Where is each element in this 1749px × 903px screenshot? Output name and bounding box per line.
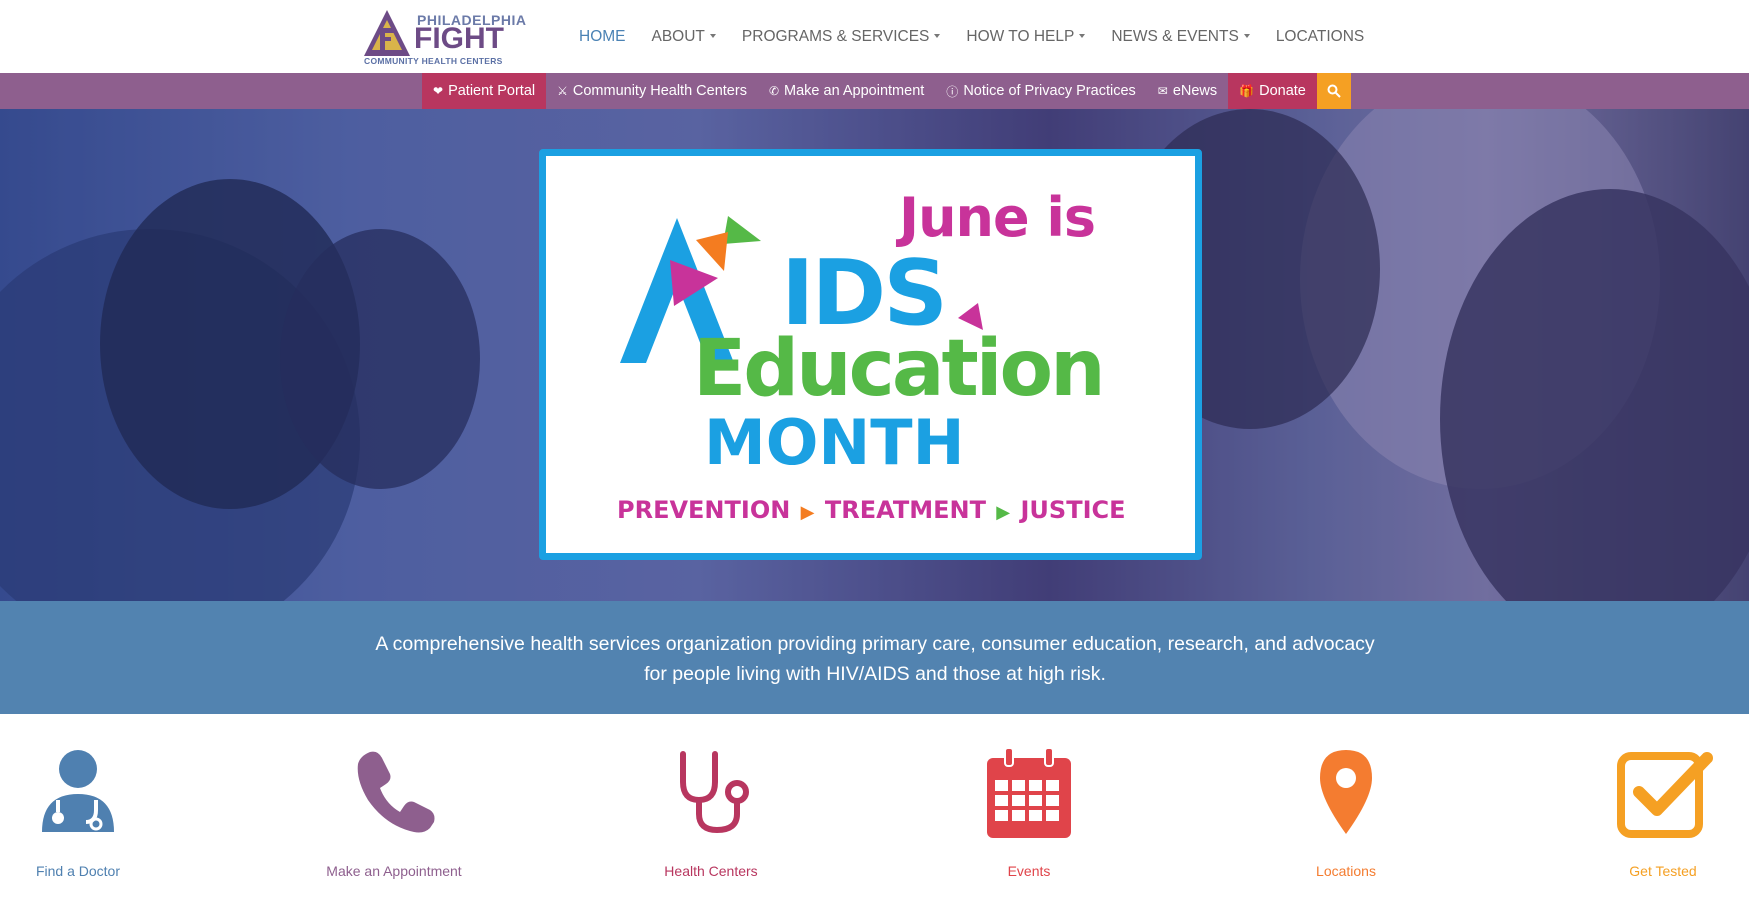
map-marker-icon xyxy=(1320,750,1372,834)
enews-link[interactable]: ✉ eNews xyxy=(1147,73,1228,109)
mission-band: A comprehensive health services organiza… xyxy=(0,601,1749,714)
make-appointment-link[interactable]: ✆ Make an Appointment xyxy=(758,73,935,109)
stethoscope-icon xyxy=(680,751,749,834)
quick-link-label: Get Tested xyxy=(1629,863,1697,879)
quick-link-health-centers[interactable]: Health Centers xyxy=(621,742,801,879)
search-icon xyxy=(1327,84,1341,98)
hero-line-education: Education xyxy=(693,324,1106,414)
nav-how-to-help[interactable]: HOW TO HELP xyxy=(953,28,1098,46)
donate-label: Donate xyxy=(1259,83,1306,99)
nav-home[interactable]: HOME xyxy=(566,28,639,46)
arrow-right-icon: ▶ xyxy=(800,502,815,523)
patient-portal-link[interactable]: ❤ Patient Portal xyxy=(422,73,547,109)
stethoscope-icon: ⚔ xyxy=(557,84,568,98)
caret-down-icon xyxy=(1243,34,1250,39)
tagline-justice: JUSTICE xyxy=(1020,496,1126,524)
tagline-treatment: TREATMENT xyxy=(824,496,986,524)
logo-triangle-icon xyxy=(364,10,410,56)
gift-icon: 🎁 xyxy=(1239,84,1255,98)
envelope-icon: ✉ xyxy=(1157,84,1168,98)
nav-news-events[interactable]: NEWS & EVENTS xyxy=(1098,28,1262,46)
hero-banner: June is IDS Education MONTH PREVENTION ▶… xyxy=(0,109,1749,601)
hero-line-month: MONTH xyxy=(704,406,965,479)
site-header: PHILADELPHIA FIGHT COMMUNITY HEALTH CENT… xyxy=(0,0,1749,73)
tagline-prevention: PREVENTION xyxy=(617,496,791,524)
quick-links: Find a Doctor Make an Appointment Health… xyxy=(0,714,1749,903)
caret-down-icon xyxy=(709,34,716,39)
nav-about-label: ABOUT xyxy=(651,27,705,45)
appointment-label: Make an Appointment xyxy=(784,83,925,99)
main-navigation: HOME ABOUT PROGRAMS & SERVICES HOW TO HE… xyxy=(566,0,1377,73)
nav-programs-services[interactable]: PROGRAMS & SERVICES xyxy=(729,28,953,46)
heartbeat-icon: ❤ xyxy=(433,84,444,98)
logo-line-fight: FIGHT xyxy=(414,22,504,55)
donate-link[interactable]: 🎁 Donate xyxy=(1228,73,1317,109)
hero-tagline: PREVENTION ▶ TREATMENT ▶ JUSTICE xyxy=(617,496,1126,524)
nav-about[interactable]: ABOUT xyxy=(639,28,729,46)
quick-link-appointment[interactable]: Make an Appointment xyxy=(304,742,484,879)
privacy-practices-link[interactable]: ⓘ Notice of Privacy Practices xyxy=(935,73,1146,109)
info-icon: ⓘ xyxy=(946,84,959,99)
nav-programs-label: PROGRAMS & SERVICES xyxy=(741,27,930,45)
quick-link-find-doctor[interactable]: Find a Doctor xyxy=(0,742,168,879)
quick-link-get-tested[interactable]: Get Tested xyxy=(1573,742,1749,879)
checkbox-icon xyxy=(1617,752,1713,838)
quick-link-events[interactable]: Events xyxy=(939,742,1119,879)
hero-line-june: June is xyxy=(899,186,1096,249)
nav-locations[interactable]: LOCATIONS xyxy=(1263,28,1377,46)
calendar-icon xyxy=(987,747,1071,838)
search-button[interactable] xyxy=(1316,73,1351,109)
logo-line-chc: COMMUNITY HEALTH CENTERS xyxy=(364,56,503,66)
community-health-centers-link[interactable]: ⚔ Community Health Centers xyxy=(546,73,758,109)
aids-month-card[interactable]: June is IDS Education MONTH PREVENTION ▶… xyxy=(539,149,1202,560)
quick-link-label: Events xyxy=(1007,863,1051,879)
quick-link-label: Locations xyxy=(1316,863,1376,879)
nav-home-label: HOME xyxy=(579,27,626,45)
phone-icon xyxy=(357,751,435,833)
site-logo[interactable]: PHILADELPHIA FIGHT COMMUNITY HEALTH CENT… xyxy=(362,8,526,66)
quick-link-label: Make an Appointment xyxy=(326,863,462,879)
arrow-right-icon: ▶ xyxy=(996,502,1011,523)
enews-label: eNews xyxy=(1172,83,1218,99)
mission-statement: A comprehensive health services organiza… xyxy=(375,633,1375,685)
caret-down-icon xyxy=(1079,34,1086,39)
doctor-icon xyxy=(42,750,114,832)
quick-link-label: Health Centers xyxy=(664,863,758,879)
nav-locations-label: LOCATIONS xyxy=(1275,27,1365,45)
phone-icon: ✆ xyxy=(768,84,780,98)
patient-portal-label: Patient Portal xyxy=(448,83,536,99)
nav-help-label: HOW TO HELP xyxy=(966,27,1075,45)
nav-news-label: NEWS & EVENTS xyxy=(1111,27,1239,45)
quick-link-locations[interactable]: Locations xyxy=(1256,742,1436,879)
chc-label: Community Health Centers xyxy=(572,83,747,99)
privacy-label: Notice of Privacy Practices xyxy=(963,83,1136,99)
quick-link-label: Find a Doctor xyxy=(35,863,121,879)
utility-bar: ❤ Patient Portal ⚔ Community Health Cent… xyxy=(0,73,1749,109)
caret-down-icon xyxy=(934,34,941,39)
